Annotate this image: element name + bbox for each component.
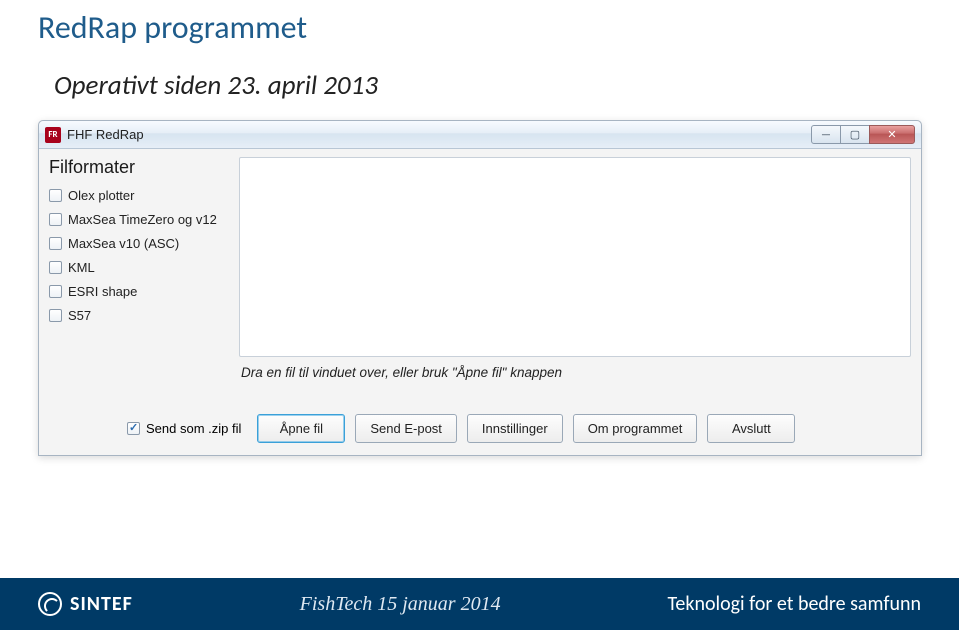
checkbox-icon[interactable] bbox=[49, 237, 62, 250]
format-list: Olex plotter MaxSea TimeZero og v12 MaxS… bbox=[49, 188, 231, 323]
format-item-maxsea-tz[interactable]: MaxSea TimeZero og v12 bbox=[49, 212, 231, 227]
file-drop-area[interactable] bbox=[239, 157, 911, 357]
app-icon: FR bbox=[45, 127, 61, 143]
format-label: KML bbox=[68, 260, 95, 275]
zip-label: Send som .zip fil bbox=[146, 421, 241, 436]
checkbox-icon[interactable] bbox=[49, 189, 62, 202]
about-button[interactable]: Om programmet bbox=[573, 414, 698, 443]
slide-subtitle: Operativt siden 23. april 2013 bbox=[0, 51, 959, 120]
format-item-maxsea-v10[interactable]: MaxSea v10 (ASC) bbox=[49, 236, 231, 251]
sintef-logo-text: SINTEF bbox=[70, 592, 133, 616]
footer-center-text: FishTech 15 januar 2014 bbox=[133, 593, 668, 616]
checkbox-icon[interactable] bbox=[49, 285, 62, 298]
zip-checkbox-row[interactable]: Send som .zip fil bbox=[127, 421, 241, 436]
format-item-s57[interactable]: S57 bbox=[49, 308, 231, 323]
right-panel: Dra en fil til vinduet over, eller bruk … bbox=[239, 157, 911, 380]
window-title: FHF RedRap bbox=[67, 127, 812, 142]
titlebar[interactable]: FR FHF RedRap — ▢ ✕ bbox=[39, 121, 921, 149]
maximize-button[interactable]: ▢ bbox=[840, 125, 870, 144]
sintef-logo: SINTEF bbox=[38, 592, 133, 616]
left-panel: Filformater Olex plotter MaxSea TimeZero… bbox=[49, 157, 231, 380]
formats-header: Filformater bbox=[49, 157, 231, 178]
format-item-esri[interactable]: ESRI shape bbox=[49, 284, 231, 299]
format-label: Olex plotter bbox=[68, 188, 134, 203]
drop-hint: Dra en fil til vinduet over, eller bruk … bbox=[239, 365, 911, 380]
format-item-olex[interactable]: Olex plotter bbox=[49, 188, 231, 203]
format-label: MaxSea TimeZero og v12 bbox=[68, 212, 217, 227]
bottom-bar: Send som .zip fil Åpne fil Send E-post I… bbox=[39, 392, 921, 455]
format-item-kml[interactable]: KML bbox=[49, 260, 231, 275]
close-button[interactable]: ✕ bbox=[869, 125, 915, 144]
slide-title: RedRap programmet bbox=[0, 0, 959, 51]
window-controls: — ▢ ✕ bbox=[812, 125, 915, 144]
checkbox-icon[interactable] bbox=[49, 213, 62, 226]
quit-button[interactable]: Avslutt bbox=[707, 414, 795, 443]
checkbox-icon[interactable] bbox=[49, 309, 62, 322]
minimize-button[interactable]: — bbox=[811, 125, 841, 144]
format-label: MaxSea v10 (ASC) bbox=[68, 236, 179, 251]
send-email-button[interactable]: Send E-post bbox=[355, 414, 457, 443]
settings-button[interactable]: Innstillinger bbox=[467, 414, 563, 443]
slide-footer: SINTEF FishTech 15 januar 2014 Teknologi… bbox=[0, 578, 959, 630]
app-window: FR FHF RedRap — ▢ ✕ Filformater Olex plo… bbox=[38, 120, 922, 456]
sintef-logo-icon bbox=[38, 592, 62, 616]
open-file-button[interactable]: Åpne fil bbox=[257, 414, 345, 443]
checkbox-icon[interactable] bbox=[127, 422, 140, 435]
checkbox-icon[interactable] bbox=[49, 261, 62, 274]
footer-right-text: Teknologi for et bedre samfunn bbox=[667, 592, 921, 616]
format-label: ESRI shape bbox=[68, 284, 137, 299]
format-label: S57 bbox=[68, 308, 91, 323]
app-body: Filformater Olex plotter MaxSea TimeZero… bbox=[39, 149, 921, 392]
